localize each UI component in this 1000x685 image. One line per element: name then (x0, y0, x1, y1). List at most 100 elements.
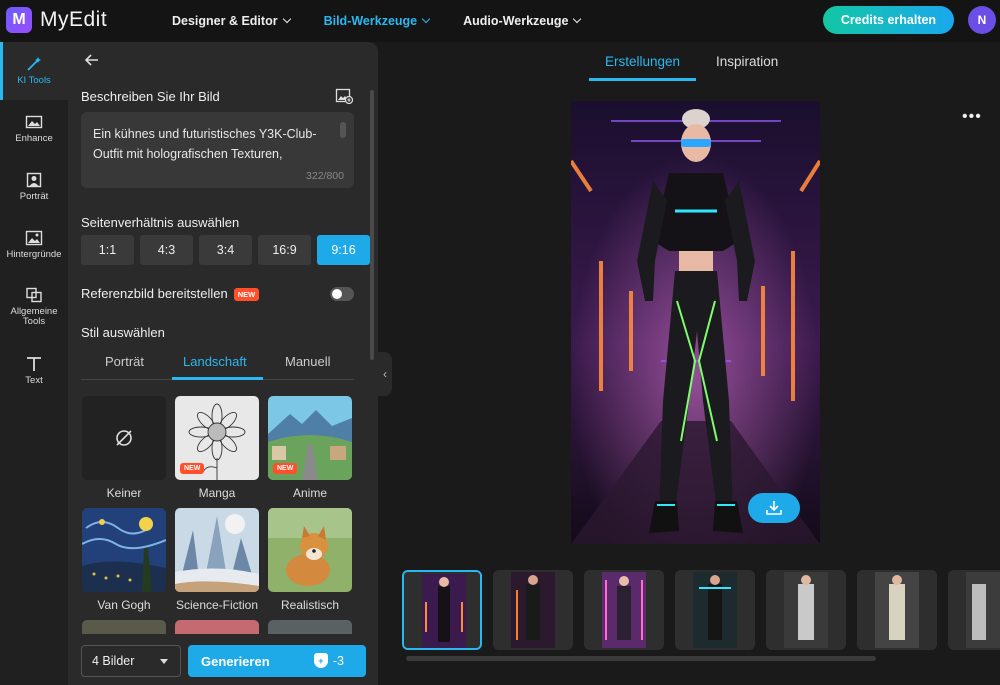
generate-cost: + -3 (313, 653, 344, 668)
style-thumb-next[interactable] (268, 620, 352, 634)
panel-scrollbar[interactable] (370, 90, 374, 360)
rail-item-general-tools[interactable]: Allgemeine Tools (0, 274, 68, 340)
ratio-button-1-1[interactable]: 1:1 (81, 235, 134, 265)
thumbnail-image (948, 570, 1000, 650)
ratio-button-9-16[interactable]: 9:16 (317, 235, 370, 265)
style-tabs: Porträt Landschaft Manuell (81, 348, 354, 380)
rail-item-label: KI Tools (17, 75, 51, 86)
image-count-value: 4 Bilder (92, 654, 135, 668)
ai-tools-panel: Beschreiben Sie Ihr Bild Ein kühnes und … (68, 42, 378, 685)
style-label-manga: Manga (198, 486, 236, 500)
rail-item-portrait[interactable]: Porträt (0, 158, 68, 216)
reference-toggle[interactable] (330, 287, 354, 301)
style-thumb-next[interactable] (175, 620, 259, 634)
none-icon (116, 430, 132, 446)
active-tab-indicator (172, 377, 263, 380)
style-label-realistic: Realistisch (280, 598, 340, 612)
nav-designer-editor-label: Designer & Editor (172, 14, 278, 28)
nav-designer-editor[interactable]: Designer & Editor (172, 14, 291, 28)
rail-item-label: Hintergründe (6, 249, 62, 260)
myedit-logo-icon: M (6, 7, 32, 33)
rail-item-text[interactable]: Text (0, 342, 68, 400)
top-bar: M MyEdit Designer & Editor Bild-Werkzeug… (0, 0, 1000, 42)
shiba-dog-image (268, 508, 352, 592)
style-thumb-next[interactable] (82, 620, 166, 634)
style-thumb-manga[interactable]: NEW (175, 396, 259, 480)
history-scrollbar[interactable] (406, 656, 876, 661)
ratio-button-3-4[interactable]: 3:4 (199, 235, 252, 265)
credits-button[interactable]: Credits erhalten (823, 6, 954, 34)
rail-item-ki-tools[interactable]: KI Tools (0, 42, 68, 100)
style-thumb-realistic[interactable] (268, 508, 352, 592)
history-thumb[interactable] (948, 570, 1000, 650)
app-name: MyEdit (40, 8, 108, 31)
history-thumb[interactable] (857, 570, 937, 650)
chevron-down-icon (421, 14, 431, 24)
generate-button[interactable]: Generieren + -3 (188, 645, 366, 677)
style-label-anime: Anime (292, 486, 327, 500)
chevron-down-icon (573, 14, 582, 24)
ratio-button-4-3[interactable]: 4:3 (140, 235, 193, 265)
history-thumb[interactable] (766, 570, 846, 650)
tab-style-landscape[interactable]: Landschaft (183, 354, 247, 369)
history-thumb[interactable] (402, 570, 482, 650)
style-thumb-science-fiction[interactable] (175, 508, 259, 592)
rail-item-enhance[interactable]: Enhance (0, 100, 68, 158)
chevron-down-icon (282, 14, 291, 24)
collapse-panel-button[interactable]: ‹ (378, 352, 392, 396)
rail-item-backgrounds[interactable]: Hintergründe (0, 216, 68, 274)
history-thumb[interactable] (675, 570, 755, 650)
caret-down-icon (160, 659, 168, 664)
ratio-options: 1:1 4:3 3:4 16:9 9:16 (81, 235, 370, 265)
rail-item-label: Allgemeine Tools (10, 306, 58, 327)
tab-style-portrait[interactable]: Porträt (105, 354, 144, 369)
style-thumb-van-gogh[interactable] (82, 508, 166, 592)
tab-creations[interactable]: Erstellungen (605, 54, 680, 69)
reference-label: Referenzbild bereitstellen (81, 286, 228, 301)
style-label-science-fiction: Science-Fiction (175, 598, 259, 612)
thumbnail-image (857, 570, 937, 650)
style-label-van-gogh: Van Gogh (97, 598, 151, 612)
magic-wand-icon (27, 57, 41, 71)
nav-bild-werkzeuge[interactable]: Bild-Werkzeuge (324, 14, 431, 28)
describe-label: Beschreiben Sie Ihr Bild (81, 89, 220, 104)
tab-style-manual[interactable]: Manuell (285, 354, 331, 369)
history-thumb[interactable] (493, 570, 573, 650)
image-upload-icon[interactable] (335, 88, 353, 104)
nav-audio-werkzeuge[interactable]: Audio-Werkzeuge (463, 14, 582, 28)
generate-label: Generieren (201, 653, 270, 669)
avatar[interactable]: N (968, 6, 996, 34)
chevron-left-icon: ‹ (383, 367, 387, 381)
ratio-label: Seitenverhältnis auswählen (81, 215, 240, 230)
ratio-button-16-9[interactable]: 16:9 (258, 235, 311, 265)
thumbnail-image (766, 570, 846, 650)
history-thumb[interactable] (584, 570, 664, 650)
more-options-icon[interactable]: ••• (962, 108, 982, 126)
style-thumb-anime[interactable]: NEW (268, 396, 352, 480)
cyberpunk-figure-image (571, 101, 820, 544)
generated-image-preview[interactable] (571, 101, 820, 544)
text-icon (27, 357, 41, 371)
download-button[interactable] (748, 493, 800, 523)
new-badge: NEW (233, 288, 260, 302)
image-enhance-icon (25, 115, 43, 129)
thumbnail-image (493, 570, 573, 650)
back-arrow-icon[interactable] (84, 52, 100, 68)
download-icon (766, 501, 782, 515)
generate-cost-value: -3 (332, 653, 344, 668)
prompt-char-count: 322/800 (306, 170, 344, 182)
tab-inspiration[interactable]: Inspiration (716, 54, 778, 69)
logo[interactable]: M MyEdit (6, 7, 107, 33)
thumbnail-image (675, 570, 755, 650)
scifi-landscape-image (175, 508, 259, 592)
prompt-scrollbar[interactable] (340, 122, 346, 138)
reference-row: Referenzbild bereitstellen NEW (81, 286, 260, 302)
style-thumb-none[interactable] (82, 396, 166, 480)
history-strip (402, 570, 1000, 652)
new-badge: NEW (273, 463, 298, 474)
main-nav: Designer & Editor Bild-Werkzeuge Audio-W… (172, 0, 614, 42)
active-tab-indicator (589, 78, 696, 81)
prompt-input[interactable]: Ein kühnes und futuristisches Y3K-Club-O… (81, 112, 354, 188)
thumbnail-image (404, 572, 480, 648)
image-count-select[interactable]: 4 Bilder (81, 645, 181, 677)
